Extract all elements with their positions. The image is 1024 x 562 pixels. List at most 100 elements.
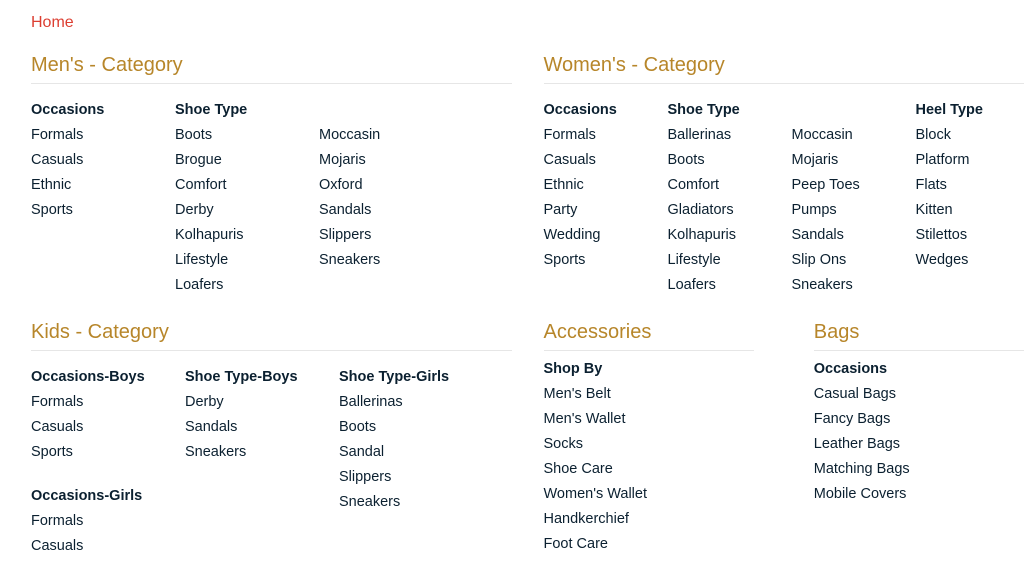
list-item[interactable]: Formals: [31, 127, 83, 143]
list-item[interactable]: Wedding: [544, 227, 601, 243]
womens-col-2: x Moccasin Mojaris Peep Toes Pumps Sanda…: [792, 92, 892, 301]
list-item[interactable]: Sneakers: [319, 252, 380, 268]
list-item[interactable]: Men's Wallet: [544, 411, 626, 427]
bags-category: Bags Occasions Casual Bags Fancy Bags Le…: [814, 321, 1024, 562]
list-item[interactable]: Derby: [185, 394, 224, 410]
list-item[interactable]: Men's Belt: [544, 386, 611, 402]
list-item[interactable]: Boots: [175, 127, 212, 143]
kids-col1b-heading: Occasions-Girls: [31, 488, 161, 504]
list-item[interactable]: Sports: [544, 252, 586, 268]
list-item[interactable]: Ballerinas: [668, 127, 732, 143]
womens-col-3: Heel Type Block Platform Flats Kitten St…: [916, 92, 1006, 301]
list-item[interactable]: Kolhapuris: [175, 227, 244, 243]
list-item[interactable]: Ballerinas: [339, 394, 403, 410]
womens-title: Women's - Category: [544, 54, 1024, 84]
bags-list: Casual Bags Fancy Bags Leather Bags Matc…: [814, 385, 1024, 502]
list-item[interactable]: Oxford: [319, 177, 363, 193]
kids-col-2: Shoe Type-Boys Derby Sandals Sneakers: [185, 359, 315, 562]
kids-col-1: Occasions-Boys Formals Casuals Sports Oc…: [31, 359, 161, 562]
list-item[interactable]: Foot Care: [544, 536, 608, 552]
list-item[interactable]: Peep Toes: [792, 177, 860, 193]
list-item[interactable]: Sports: [31, 444, 73, 460]
accessories-col: Shop By Men's Belt Men's Wallet Socks Sh…: [544, 361, 754, 552]
kids-columns: Occasions-Boys Formals Casuals Sports Oc…: [31, 359, 512, 562]
list-item[interactable]: Flats: [916, 177, 947, 193]
list-item[interactable]: Lifestyle: [668, 252, 721, 268]
list-item[interactable]: Formals: [544, 127, 596, 143]
list-item[interactable]: Comfort: [175, 177, 227, 193]
bags-heading: Occasions: [814, 361, 1024, 377]
list-item[interactable]: Sports: [31, 202, 73, 218]
list-item[interactable]: Boots: [339, 419, 376, 435]
mens-col-1: Shoe Type Boots Brogue Comfort Derby Kol…: [175, 92, 295, 301]
list-item[interactable]: Sandals: [185, 419, 237, 435]
list-item[interactable]: Boots: [668, 152, 705, 168]
list-item[interactable]: Kolhapuris: [668, 227, 737, 243]
list-item[interactable]: Brogue: [175, 152, 222, 168]
sitemap-container: Home Men's - Category Occasions Formals …: [0, 0, 1024, 562]
list-item[interactable]: Women's Wallet: [544, 486, 648, 502]
list-item[interactable]: Ethnic: [31, 177, 71, 193]
list-item[interactable]: Platform: [916, 152, 970, 168]
kids-col1b-list: Formals Casuals: [31, 512, 161, 554]
womens-col-0-heading: Occasions: [544, 102, 644, 118]
list-item[interactable]: Sandals: [319, 202, 371, 218]
list-item[interactable]: Kitten: [916, 202, 953, 218]
list-item[interactable]: Casuals: [31, 419, 83, 435]
list-item[interactable]: Formals: [31, 513, 83, 529]
list-item[interactable]: Sneakers: [339, 494, 400, 510]
kids-col3-heading: Shoe Type-Girls: [339, 369, 469, 385]
list-item[interactable]: Sandal: [339, 444, 384, 460]
kids-col1a-list: Formals Casuals Sports: [31, 393, 161, 460]
list-item[interactable]: Derby: [175, 202, 214, 218]
list-item[interactable]: Casuals: [544, 152, 596, 168]
home-link[interactable]: Home: [31, 14, 74, 31]
womens-col-0-list: Formals Casuals Ethnic Party Wedding Spo…: [544, 126, 644, 268]
list-item[interactable]: Matching Bags: [814, 461, 910, 477]
list-item[interactable]: Ethnic: [544, 177, 584, 193]
list-item[interactable]: Moccasin: [792, 127, 853, 143]
mens-title: Men's - Category: [31, 54, 512, 84]
breadcrumb: Home: [31, 14, 1024, 32]
kids-col1a-heading: Occasions-Boys: [31, 369, 161, 385]
list-item[interactable]: Mobile Covers: [814, 486, 907, 502]
mens-col-0-list: Formals Casuals Ethnic Sports: [31, 126, 151, 218]
list-item[interactable]: Slip Ons: [792, 252, 847, 268]
list-item[interactable]: Casuals: [31, 538, 83, 554]
list-item[interactable]: Moccasin: [319, 127, 380, 143]
list-item[interactable]: Handkerchief: [544, 511, 629, 527]
list-item[interactable]: Fancy Bags: [814, 411, 891, 427]
list-item[interactable]: Casuals: [31, 152, 83, 168]
list-item[interactable]: Shoe Care: [544, 461, 613, 477]
list-item[interactable]: Sandals: [792, 227, 844, 243]
list-item[interactable]: Mojaris: [319, 152, 366, 168]
list-item[interactable]: Gladiators: [668, 202, 734, 218]
kids-col2-heading: Shoe Type-Boys: [185, 369, 315, 385]
womens-col-1-list: Ballerinas Boots Comfort Gladiators Kolh…: [668, 126, 768, 293]
list-item[interactable]: Pumps: [792, 202, 837, 218]
list-item[interactable]: Comfort: [668, 177, 720, 193]
list-item[interactable]: Slippers: [319, 227, 371, 243]
kids-col3-list: Ballerinas Boots Sandal Slippers Sneaker…: [339, 393, 469, 510]
list-item[interactable]: Casual Bags: [814, 386, 896, 402]
bags-title: Bags: [814, 321, 1024, 351]
list-item[interactable]: Block: [916, 127, 951, 143]
list-item[interactable]: Mojaris: [792, 152, 839, 168]
list-item[interactable]: Sneakers: [185, 444, 246, 460]
list-item[interactable]: Leather Bags: [814, 436, 900, 452]
list-item[interactable]: Stilettos: [916, 227, 968, 243]
row-2-right: Accessories Shop By Men's Belt Men's Wal…: [544, 321, 1024, 562]
list-item[interactable]: Lifestyle: [175, 252, 228, 268]
list-item[interactable]: Loafers: [175, 277, 223, 293]
accessories-title: Accessories: [544, 321, 754, 351]
womens-col-1: Shoe Type Ballerinas Boots Comfort Gladi…: [668, 92, 768, 301]
list-item[interactable]: Formals: [31, 394, 83, 410]
list-item[interactable]: Socks: [544, 436, 584, 452]
list-item[interactable]: Party: [544, 202, 578, 218]
list-item[interactable]: Sneakers: [792, 277, 853, 293]
accessories-heading: Shop By: [544, 361, 754, 377]
kids-title: Kids - Category: [31, 321, 512, 351]
list-item[interactable]: Slippers: [339, 469, 391, 485]
list-item[interactable]: Loafers: [668, 277, 716, 293]
list-item[interactable]: Wedges: [916, 252, 969, 268]
